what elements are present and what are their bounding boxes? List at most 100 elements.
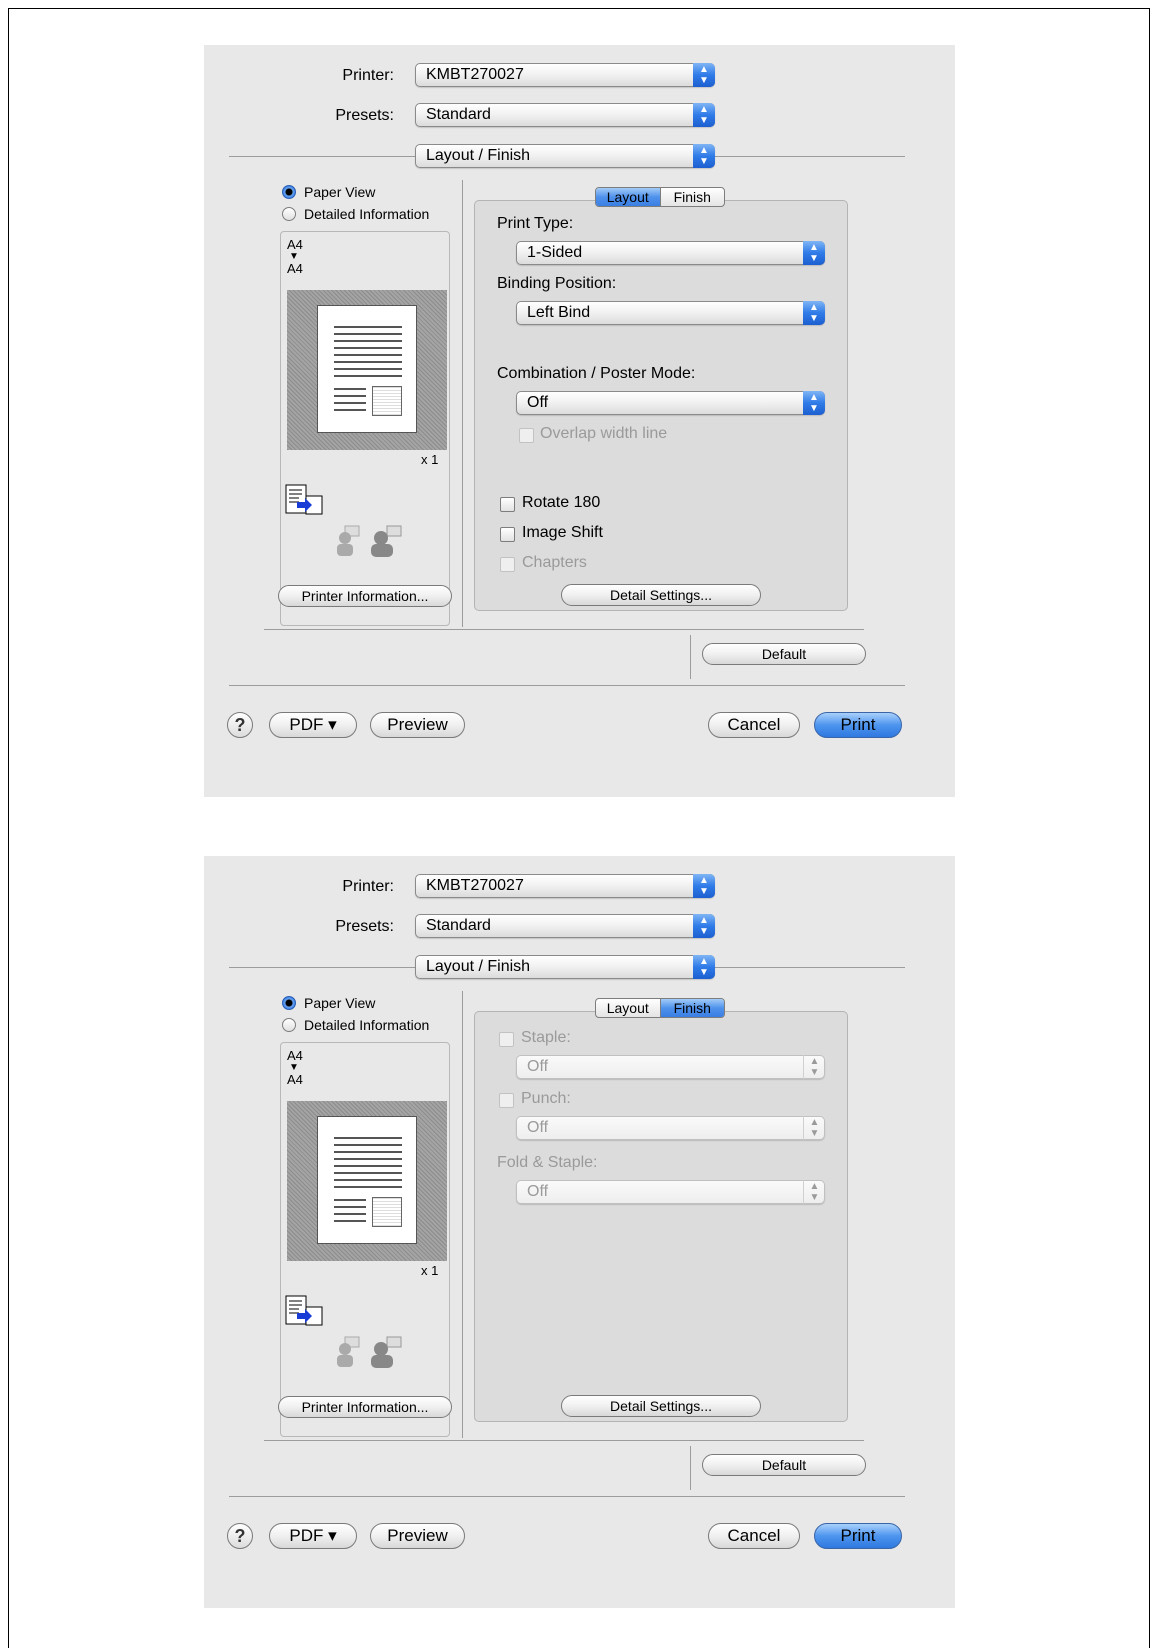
fold-staple-popup[interactable]: Off ▲ ▼ (516, 1180, 825, 1204)
detailed-information-radio[interactable] (282, 207, 296, 221)
combination-label: Combination / Poster Mode: (497, 365, 696, 382)
printer-information-button[interactable]: Printer Information... (278, 585, 452, 607)
print-type-label: Print Type: (497, 215, 574, 232)
printer-popup[interactable]: KMBT270027 ▲ ▼ (415, 874, 715, 898)
separator (264, 1440, 864, 1441)
cancel-button[interactable]: Cancel (708, 712, 800, 738)
punch-popup[interactable]: Off ▲ ▼ (516, 1116, 825, 1140)
printer-information-button[interactable]: Printer Information... (278, 1396, 452, 1418)
print-job-icon (285, 1295, 323, 1326)
separator (264, 629, 864, 630)
combination-popup[interactable]: Off ▲ ▼ (516, 391, 825, 415)
popup-arrows-icon: ▲ ▼ (693, 914, 715, 938)
presets-value: Standard (426, 917, 491, 934)
default-button[interactable]: Default (702, 1454, 866, 1476)
presets-popup[interactable]: Standard ▲ ▼ (415, 103, 715, 127)
chapters-checkbox[interactable] (500, 557, 515, 572)
preview-button[interactable]: Preview (370, 712, 465, 738)
presets-popup[interactable]: Standard ▲ ▼ (415, 914, 715, 938)
detailed-information-label: Detailed Information (304, 206, 430, 222)
copies-count: x 1 (421, 1263, 439, 1278)
page-thumbnail (317, 305, 417, 433)
default-button[interactable]: Default (702, 643, 866, 665)
separator (715, 967, 905, 968)
print-button[interactable]: Print (814, 1523, 902, 1549)
binding-position-value: Left Bind (527, 304, 591, 321)
staple-label: Staple: (521, 1029, 571, 1046)
popup-arrows-icon: ▲ ▼ (803, 1180, 825, 1204)
popup-arrows-icon: ▲ ▼ (803, 391, 825, 415)
user-auth-icon (337, 525, 402, 557)
punch-label: Punch: (521, 1090, 571, 1107)
separator (690, 635, 691, 679)
tab-bar: Layout Finish (595, 998, 725, 1018)
popup-arrows-icon: ▲ ▼ (803, 241, 825, 265)
paper-size-to: A4 (287, 261, 303, 276)
printer-popup[interactable]: KMBT270027 ▲ ▼ (415, 63, 715, 87)
separator (229, 1496, 905, 1497)
separator (462, 180, 463, 627)
tab-finish[interactable]: Finish (659, 999, 724, 1017)
detail-settings-button[interactable]: Detail Settings... (561, 1395, 761, 1417)
paper-preview (287, 290, 447, 450)
overlap-width-line-label: Overlap width line (540, 425, 668, 442)
rotate-180-checkbox[interactable] (500, 497, 515, 512)
print-dialog-layout: Printer: KMBT270027 ▲ ▼ Presets: Standard… (204, 45, 955, 797)
help-button[interactable]: ? (227, 1523, 253, 1549)
presets-value: Standard (426, 106, 491, 123)
fold-staple-label: Fold & Staple: (497, 1154, 598, 1171)
binding-position-popup[interactable]: Left Bind ▲ ▼ (516, 301, 825, 325)
print-type-popup[interactable]: 1-Sided ▲ ▼ (516, 241, 825, 265)
separator (229, 685, 905, 686)
pane-popup[interactable]: Layout / Finish ▲ ▼ (415, 144, 715, 168)
tab-finish[interactable]: Finish (659, 188, 725, 206)
pdf-button[interactable]: PDF ▾ (269, 1523, 357, 1549)
popup-arrows-icon: ▲ ▼ (693, 955, 715, 979)
pane-value: Layout / Finish (426, 147, 531, 164)
paper-view-radio[interactable] (282, 185, 296, 199)
print-dialog-finish: Printer: KMBT270027 ▲ ▼ Presets: Standard… (204, 856, 955, 1608)
layout-panel: Print Type: 1-Sided ▲ ▼ Binding Position:… (474, 200, 848, 611)
paper-size-from: A4 (287, 237, 303, 252)
detailed-information-label: Detailed Information (304, 1017, 430, 1033)
paper-size-to: A4 (287, 1072, 303, 1087)
overlap-width-line-checkbox[interactable] (519, 428, 534, 443)
punch-checkbox[interactable] (499, 1093, 514, 1108)
popup-arrows-icon: ▲ ▼ (693, 874, 715, 898)
pdf-button[interactable]: PDF ▾ (269, 712, 357, 738)
tab-layout[interactable]: Layout (596, 188, 660, 206)
printer-value: KMBT270027 (426, 66, 524, 83)
presets-label: Presets: (335, 918, 394, 935)
separator (229, 156, 415, 157)
paper-preview (287, 1101, 447, 1261)
popup-arrows-icon: ▲ ▼ (803, 1055, 825, 1079)
paper-size-from: A4 (287, 1048, 303, 1063)
finish-panel: Staple: Off ▲ ▼ Punch: Off ▲ ▼ Fold & Stap… (474, 1011, 848, 1422)
print-button[interactable]: Print (814, 712, 902, 738)
printer-label: Printer: (342, 878, 394, 895)
popup-arrows-icon: ▲ ▼ (693, 63, 715, 87)
punch-value: Off (527, 1119, 549, 1136)
staple-checkbox[interactable] (499, 1032, 514, 1047)
help-button[interactable]: ? (227, 712, 253, 738)
presets-label: Presets: (335, 107, 394, 124)
tab-layout[interactable]: Layout (596, 999, 660, 1017)
detail-settings-button[interactable]: Detail Settings... (561, 584, 761, 606)
print-type-value: 1-Sided (527, 244, 583, 261)
popup-arrows-icon: ▲ ▼ (693, 144, 715, 168)
fold-staple-value: Off (527, 1183, 549, 1200)
binding-position-label: Binding Position: (497, 275, 617, 292)
staple-popup[interactable]: Off ▲ ▼ (516, 1055, 825, 1079)
cancel-button[interactable]: Cancel (708, 1523, 800, 1549)
printer-label: Printer: (342, 67, 394, 84)
pane-popup[interactable]: Layout / Finish ▲ ▼ (415, 955, 715, 979)
paper-view-radio[interactable] (282, 996, 296, 1010)
paper-view-label: Paper View (304, 995, 376, 1011)
staple-value: Off (527, 1058, 549, 1075)
preview-button[interactable]: Preview (370, 1523, 465, 1549)
popup-arrows-icon: ▲ ▼ (803, 301, 825, 325)
separator (462, 991, 463, 1438)
combination-value: Off (527, 394, 549, 411)
image-shift-checkbox[interactable] (500, 527, 515, 542)
detailed-information-radio[interactable] (282, 1018, 296, 1032)
